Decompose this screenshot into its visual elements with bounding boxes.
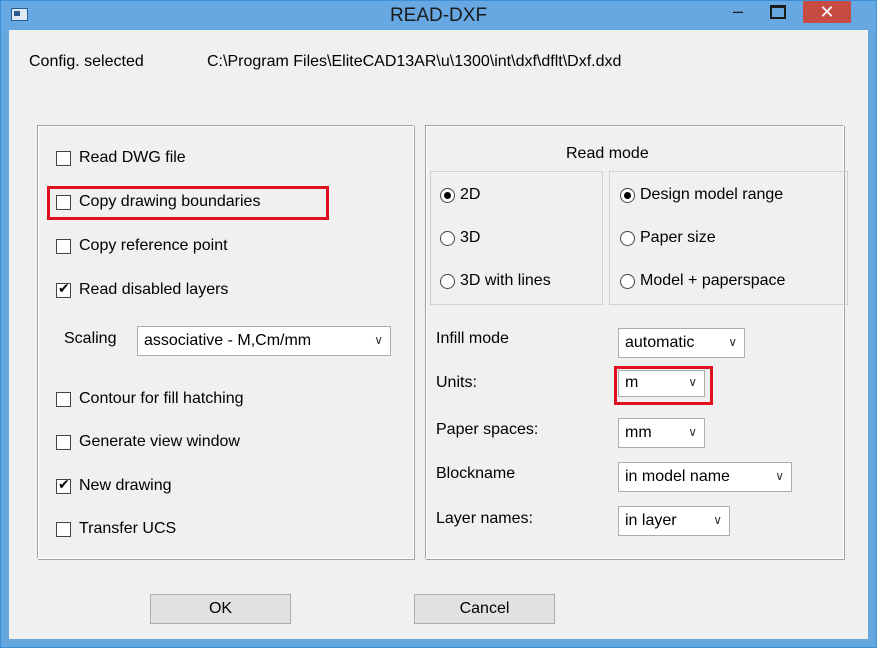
ok-button[interactable]: OK	[150, 594, 291, 624]
minimize-icon: –	[732, 1, 743, 21]
scaling-value: associative - M,Cm/mm	[144, 332, 312, 349]
chevron-down-icon: ∨	[374, 333, 383, 347]
copy-boundaries-label: Copy drawing boundaries	[79, 193, 261, 210]
chevron-down-icon: ∨	[728, 335, 737, 349]
chevron-down-icon: ∨	[713, 513, 722, 527]
radio-selected-icon	[620, 188, 635, 203]
close-button[interactable]: ✕	[803, 1, 851, 23]
units-value: m	[625, 374, 639, 391]
radio-selected-icon	[440, 188, 455, 203]
maximize-icon	[770, 5, 786, 20]
layer-names-label: Layer names:	[436, 510, 533, 527]
blockname-select[interactable]: in model name ∨	[618, 462, 792, 492]
read-disabled-layers-label: Read disabled layers	[79, 281, 229, 298]
new-drawing-label: New drawing	[79, 477, 172, 494]
radio-design-model-range-label: Design model range	[640, 186, 784, 203]
radio-paper-size-label: Paper size	[640, 229, 716, 246]
scaling-select[interactable]: associative - M,Cm/mm ∨	[137, 326, 391, 356]
paper-spaces-select[interactable]: mm ∨	[618, 418, 705, 448]
radio-icon	[620, 231, 635, 246]
check-icon	[56, 477, 71, 494]
checkbox-box	[56, 239, 71, 254]
read-mode-title: Read mode	[566, 145, 649, 162]
config-row: Config. selected C:\Program Files\EliteC…	[29, 53, 621, 71]
cancel-button[interactable]: Cancel	[414, 594, 555, 624]
infill-mode-label: Infill mode	[436, 330, 509, 347]
checkbox-box	[56, 195, 71, 210]
maximize-button[interactable]	[761, 1, 795, 25]
paper-spaces-value: mm	[625, 424, 652, 441]
minimize-button[interactable]: –	[721, 0, 755, 23]
paper-spaces-label: Paper spaces:	[436, 421, 539, 438]
checkbox-box	[56, 151, 71, 166]
blockname-label: Blockname	[436, 465, 516, 482]
title-bar[interactable]: READ-DXF – ✕	[1, 1, 876, 29]
radio-3d-label: 3D	[460, 229, 481, 246]
gen-view-window-label: Generate view window	[79, 433, 240, 450]
config-path: C:\Program Files\EliteCAD13AR\u\1300\int…	[207, 53, 622, 70]
infill-mode-select[interactable]: automatic ∨	[618, 328, 745, 358]
chevron-down-icon: ∨	[688, 425, 697, 439]
checkbox-box	[56, 522, 71, 537]
radio-model-paperspace-label: Model + paperspace	[640, 272, 786, 289]
checkbox-box	[56, 392, 71, 407]
scaling-label: Scaling	[64, 330, 117, 347]
radio-2d-label: 2D	[460, 186, 481, 203]
chevron-down-icon: ∨	[775, 469, 784, 483]
read-dwg-label: Read DWG file	[79, 149, 186, 166]
chevron-down-icon: ∨	[688, 375, 697, 389]
transfer-ucs-label: Transfer UCS	[79, 520, 177, 537]
radio-icon	[440, 231, 455, 246]
units-select[interactable]: m ∨	[618, 370, 705, 397]
layer-names-value: in layer	[625, 512, 677, 529]
checkbox-box	[56, 435, 71, 450]
units-label: Units:	[436, 374, 477, 391]
close-icon: ✕	[819, 2, 835, 22]
blockname-value: in model name	[625, 468, 730, 485]
radio-icon	[620, 274, 635, 289]
check-icon	[56, 281, 71, 298]
radio-3d-with-lines-label: 3D with lines	[460, 272, 551, 289]
config-label: Config. selected	[29, 53, 144, 70]
radio-icon	[440, 274, 455, 289]
infill-mode-value: automatic	[625, 334, 695, 351]
layer-names-select[interactable]: in layer ∨	[618, 506, 730, 536]
contour-fill-label: Contour for fill hatching	[79, 390, 244, 407]
copy-ref-point-label: Copy reference point	[79, 237, 228, 254]
